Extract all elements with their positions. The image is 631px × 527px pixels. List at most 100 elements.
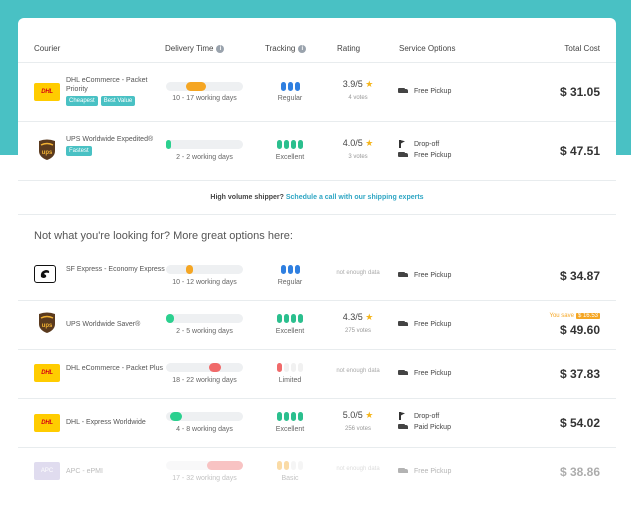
tracking-dot [277,140,282,149]
truck-icon [398,370,408,377]
sf-logo-icon [40,270,50,278]
total-cost: $ 49.60 [559,323,600,337]
rating-text: 3.9/5 [342,79,363,89]
delivery-time-bar [166,265,243,274]
tracking-dot [291,412,296,421]
drop-off-icon [398,140,408,148]
high-volume-banner: High volume shipper? Schedule a call wit… [18,194,616,201]
delivery-days: 2 - 5 working days [176,328,233,335]
delivery-time-bar [166,363,243,372]
divider [18,214,616,215]
truck-icon [398,321,408,328]
service-option: Drop-off [398,412,439,420]
star-icon: ★ [365,79,374,89]
star-icon: ★ [365,138,374,148]
header-tracking[interactable]: Tracking i [265,44,307,53]
divider [18,180,616,181]
total-cost: $ 34.87 [559,269,600,283]
rating-votes: 3 votes [348,154,368,160]
you-save-label: You save $ 16.53 [550,313,600,319]
courier-row[interactable]: ups UPS Worldwide Saver® 2 - 5 working d… [18,301,616,349]
fastest-badge: Fastest [66,146,92,156]
rating-score: 4.3/5 ★ [330,312,386,323]
tracking-dot [280,82,286,91]
total-cost: $ 38.86 [559,465,600,479]
rating-not-enough-data: not enough data [336,270,380,276]
delivery-time-bar [166,461,243,470]
tracking-dot [291,363,296,372]
tracking-dot [284,314,289,323]
tracking-dot [287,265,293,274]
sf-express-logo-icon [34,265,56,283]
total-cost: $ 37.83 [559,367,600,381]
service-label: Free Pickup [414,152,452,159]
cheapest-badge: Cheapest [66,96,98,106]
courier-row[interactable]: DHL DHL eCommerce - Packet Priority Chea… [18,63,616,121]
header-delivery-time[interactable]: Delivery Time i [165,44,225,53]
tracking-dot [284,363,289,372]
courier-row[interactable]: SF Express - Economy Express 10 - 12 wor… [18,252,616,300]
svg-text:ups: ups [42,323,53,329]
rating-score: 5.0/5 ★ [330,410,386,421]
delivery-days: 4 - 8 working days [176,426,233,433]
rating-not-enough-data: not enough data [336,368,380,374]
delivery-time-bar-fill [170,412,182,421]
results-card: Courier Delivery Time i Tracking i Ratin… [18,18,616,527]
service-label: Free Pickup [414,468,452,475]
service-option: Free Pickup [398,468,451,475]
tracking-dot [284,140,289,149]
truck-icon [398,468,408,475]
tracking-dot [294,82,300,91]
delivery-days: 10 - 12 working days [172,279,237,286]
tracking-dots [270,461,310,470]
service-option: Free Pickup [398,321,451,328]
truck-icon [398,88,408,95]
service-option: Free Pickup [398,152,451,159]
delivery-time-bar [166,82,243,91]
tracking-dots [270,363,310,372]
courier-row[interactable]: DHL DHL eCommerce - Packet Plus 18 - 22 … [18,350,616,398]
courier-name-text: UPS Worldwide Expedited® [66,136,154,143]
tracking-dot [291,461,296,470]
star-icon: ★ [365,312,374,322]
courier-name-text: DHL eCommerce - Packet Priority [66,77,148,93]
tracking-dot [294,265,300,274]
star-icon: ★ [365,410,374,420]
tracking-dot [277,412,282,421]
delivery-days: 17 - 32 working days [172,475,237,482]
total-cost: $ 31.05 [559,85,600,99]
tracking-dot [291,314,296,323]
tracking-dot [298,461,303,470]
tracking-label: Limited [278,377,302,384]
info-icon[interactable]: i [298,44,307,53]
tracking-dots [270,314,310,323]
tracking-dot [277,461,282,470]
delivery-time-bar-fill [186,82,206,91]
courier-row[interactable]: ups UPS Worldwide Expedited® Fastest 2 -… [18,122,616,180]
service-label: Drop-off [414,140,440,148]
delivery-time-bar [166,140,243,149]
service-option: Free Pickup [398,88,451,95]
rating-not-enough-data: not enough data [336,466,380,472]
rating-score: 3.9/5 ★ [330,79,386,90]
schedule-call-link[interactable]: Schedule a call with our shipping expert… [286,194,424,201]
tracking-dot [284,461,289,470]
dhl-logo-icon: DHL [34,414,60,432]
total-cost: $ 47.51 [559,144,600,158]
truck-icon [398,424,408,431]
courier-row[interactable]: DHL DHL - Express Worldwide 4 - 8 workin… [18,399,616,447]
badge-group: Cheapest Best Value [66,96,166,106]
delivery-days: 18 - 22 working days [172,377,237,384]
courier-name: DHL - Express Worldwide [66,419,146,426]
tracking-label: Regular [277,95,303,102]
tracking-dot [277,363,282,372]
high-volume-text: High volume shipper? [210,194,284,201]
rating-text: 4.0/5 [342,138,363,148]
service-option: Paid Pickup [398,424,451,431]
courier-row[interactable]: APC APC - ePMI 17 - 32 working days Basi… [18,448,616,496]
best-value-badge: Best Value [100,96,136,106]
tracking-dot [298,140,303,149]
apc-logo-icon: APC [34,462,60,480]
header-delivery-time-label: Delivery Time [165,44,214,53]
info-icon[interactable]: i [216,44,225,53]
